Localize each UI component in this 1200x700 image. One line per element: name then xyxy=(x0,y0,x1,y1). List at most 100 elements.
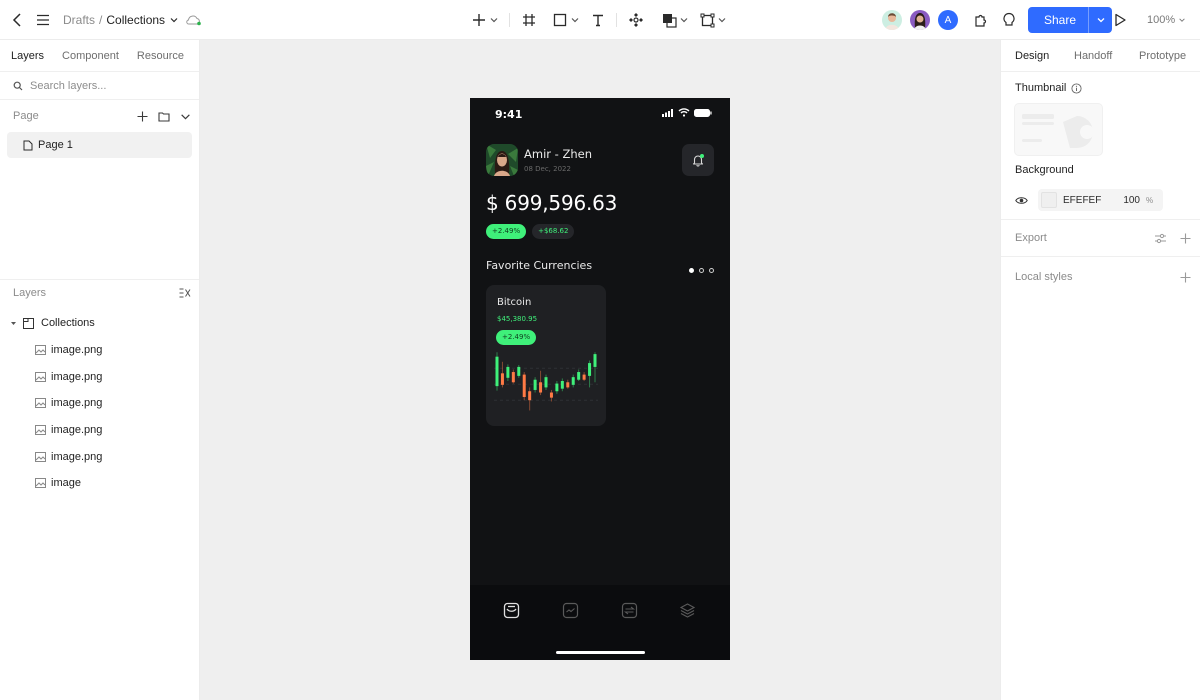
tab-prototype[interactable]: Prototype xyxy=(1139,50,1186,62)
chevron-down-icon[interactable] xyxy=(717,15,727,25)
lightbulb-icon[interactable] xyxy=(1001,12,1017,28)
background-color-field[interactable]: EFEFEF 100 % xyxy=(1038,189,1163,211)
chart-icon[interactable] xyxy=(562,602,579,619)
carousel-dot[interactable] xyxy=(689,268,694,273)
menu-icon[interactable] xyxy=(35,10,51,30)
notification-button[interactable] xyxy=(682,144,714,176)
collaborator-initial: A xyxy=(944,14,952,26)
coin-card-bitcoin[interactable]: Bitcoin $45,380.95 +2.49% xyxy=(486,285,606,426)
layer-row[interactable]: image xyxy=(0,470,199,497)
favorites-title: Favorite Currencies xyxy=(486,259,593,272)
layer-row[interactable]: image.png xyxy=(0,417,199,444)
zoom-dropdown[interactable]: 100% xyxy=(1147,0,1186,40)
tool-group xyxy=(471,0,727,40)
play-icon[interactable] xyxy=(1112,13,1128,27)
layer-row[interactable]: image.png xyxy=(0,337,199,364)
tab-design[interactable]: Design xyxy=(1015,50,1074,62)
bottom-tab-bar xyxy=(470,585,730,660)
back-icon[interactable] xyxy=(10,10,24,30)
share-label: Share xyxy=(1044,13,1077,27)
chevron-down-icon[interactable] xyxy=(169,15,179,25)
search-layers-input[interactable] xyxy=(30,79,190,92)
boolean-icon[interactable] xyxy=(661,13,677,28)
search-icon xyxy=(13,81,23,91)
layer-row-collections[interactable]: Collections xyxy=(0,310,199,337)
tab-layers[interactable]: Layers xyxy=(11,50,44,62)
candle-body xyxy=(588,363,592,376)
phone-frame[interactable]: 9:41 Amir - Zhen 08 Dec, 2022 $ 699,596.… xyxy=(470,98,730,660)
wifi-icon xyxy=(678,108,690,117)
frame-icon[interactable] xyxy=(520,13,538,27)
info-icon[interactable] xyxy=(1071,82,1082,94)
tab-component[interactable]: Component xyxy=(62,50,119,62)
plus-icon[interactable] xyxy=(471,13,487,27)
page-section-title: Page xyxy=(13,110,39,122)
chevron-down-icon[interactable] xyxy=(1088,7,1112,33)
tab-resource[interactable]: Resource xyxy=(137,50,184,62)
page-list-item[interactable]: Page 1 xyxy=(7,132,192,158)
image-layer-icon xyxy=(35,451,46,462)
tab-handoff[interactable]: Handoff xyxy=(1074,50,1139,62)
caret-down-icon[interactable] xyxy=(10,320,17,327)
eye-icon[interactable] xyxy=(1015,196,1028,205)
carousel-dot[interactable] xyxy=(699,268,704,273)
add-style-icon[interactable] xyxy=(1180,272,1191,283)
chevron-down-icon[interactable] xyxy=(489,15,499,25)
layers-icon[interactable] xyxy=(679,602,696,619)
layer-row[interactable]: image.png xyxy=(0,443,199,470)
component-icon[interactable] xyxy=(627,12,645,28)
text-icon[interactable] xyxy=(590,13,606,27)
add-export-icon[interactable] xyxy=(1180,233,1191,244)
layer-name: image.png xyxy=(51,424,103,437)
breadcrumb-drafts[interactable]: Drafts xyxy=(63,13,95,27)
selection-box-icon[interactable] xyxy=(699,13,715,28)
color-swatch[interactable] xyxy=(1041,192,1057,208)
rectangle-icon[interactable] xyxy=(552,13,568,27)
thumbnail-preview[interactable] xyxy=(1014,103,1103,156)
candle-body xyxy=(495,356,499,387)
page-icon xyxy=(23,140,33,151)
total-balance: $ 699,596.63 xyxy=(486,191,618,215)
collaborator-avatar[interactable]: A xyxy=(938,10,958,30)
collapse-all-icon[interactable] xyxy=(179,288,191,298)
candle-body xyxy=(517,366,521,376)
layer-row[interactable]: image.png xyxy=(0,363,199,390)
user-date: 08 Dec, 2022 xyxy=(524,165,571,173)
user-profile[interactable]: Amir - Zhen 08 Dec, 2022 xyxy=(486,144,592,176)
candle-body xyxy=(577,372,581,380)
chevron-down-icon[interactable] xyxy=(180,111,191,122)
candle-body xyxy=(593,354,597,367)
chevron-down-icon[interactable] xyxy=(570,15,580,25)
coin-name: Bitcoin xyxy=(497,297,532,308)
candle-body xyxy=(539,382,543,393)
design-canvas[interactable]: 9:41 Amir - Zhen 08 Dec, 2022 $ 699,596.… xyxy=(200,40,1000,700)
candle-body xyxy=(549,392,553,398)
share-button[interactable]: Share xyxy=(1028,7,1113,33)
background-opacity[interactable]: 100 xyxy=(1118,195,1140,206)
layer-name: image xyxy=(51,477,81,490)
exchange-icon[interactable] xyxy=(621,602,638,619)
carousel-dot[interactable] xyxy=(709,268,714,273)
folder-icon[interactable] xyxy=(158,111,170,122)
collaborator-avatar[interactable] xyxy=(882,10,902,30)
opacity-unit: % xyxy=(1146,195,1154,205)
collaborator-avatar[interactable] xyxy=(910,10,930,30)
chevron-down-icon xyxy=(1178,16,1186,24)
collaborators: A xyxy=(882,0,958,40)
plugin-icon[interactable] xyxy=(973,13,989,28)
left-panel: Layers Component Resource Page Page 1 La… xyxy=(0,40,200,700)
add-page-icon[interactable] xyxy=(137,111,148,122)
divider xyxy=(1001,256,1200,257)
change-percent-badge: +2.49% xyxy=(486,224,527,239)
settings-sliders-icon[interactable] xyxy=(1154,233,1167,244)
layer-name: Collections xyxy=(41,317,95,330)
zoom-level: 100% xyxy=(1147,14,1176,26)
breadcrumb-current-file[interactable]: Collections xyxy=(106,13,165,27)
layer-row[interactable]: image.png xyxy=(0,390,199,417)
thumbnail-label: Thumbnail xyxy=(1015,82,1067,94)
divider xyxy=(509,13,510,27)
chevron-down-icon[interactable] xyxy=(679,15,689,25)
breadcrumb: Drafts / Collections xyxy=(63,0,179,40)
wallet-icon[interactable] xyxy=(503,602,520,619)
background-hex[interactable]: EFEFEF xyxy=(1063,195,1118,206)
